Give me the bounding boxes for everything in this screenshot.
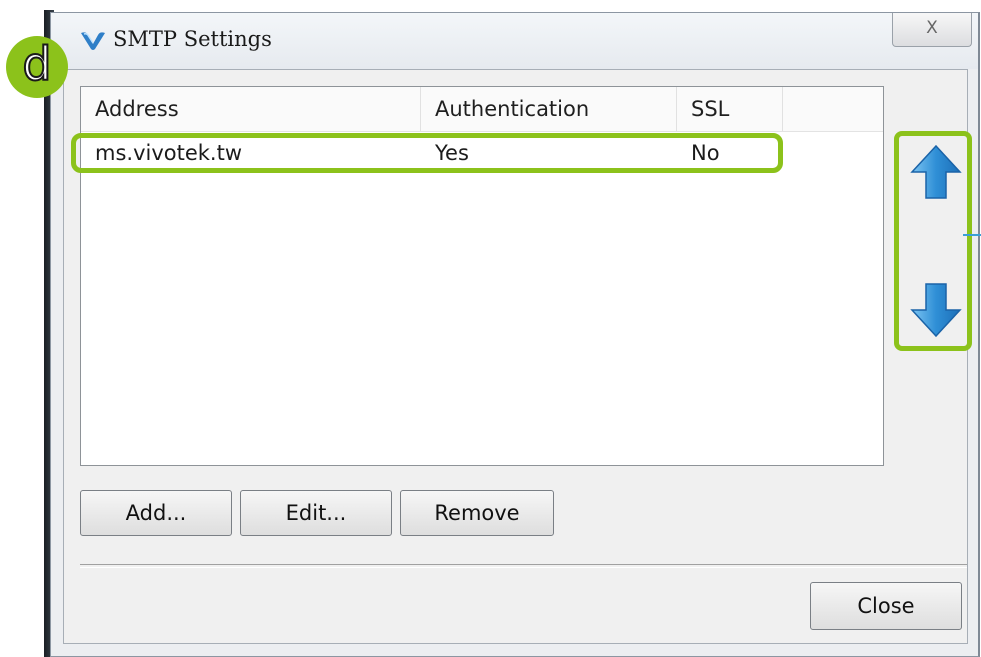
reorder-arrows-callout [894, 131, 972, 351]
vivotek-logo-icon [81, 32, 105, 50]
close-button[interactable]: Close [810, 582, 962, 630]
column-header-authentication[interactable]: Authentication [421, 87, 677, 131]
table-row[interactable]: ms.vivotek.tw Yes No [71, 133, 783, 173]
arrow-down-icon[interactable] [910, 282, 962, 338]
row-highlight-callout [71, 133, 783, 173]
title-bar: SMTP Settings X [51, 13, 978, 69]
callout-leader-line [963, 234, 981, 236]
remove-button[interactable]: Remove [400, 490, 554, 536]
smtp-settings-dialog: SMTP Settings X Address Authentication S… [50, 12, 980, 657]
arrow-up-icon[interactable] [910, 144, 962, 200]
edit-button[interactable]: Edit... [240, 490, 392, 536]
dialog-title: SMTP Settings [113, 27, 272, 51]
close-window-button[interactable]: X [892, 13, 972, 47]
add-button[interactable]: Add... [80, 490, 232, 536]
column-header-ssl[interactable]: SSL [677, 87, 783, 131]
smtp-server-list[interactable]: Address Authentication SSL ms.vivotek.tw… [71, 86, 884, 466]
annotation-badge: d [6, 36, 68, 98]
dialog-client-area: Address Authentication SSL ms.vivotek.tw… [63, 69, 968, 644]
column-header-address[interactable]: Address [81, 87, 421, 131]
list-header: Address Authentication SSL [81, 87, 883, 132]
separator-line [80, 564, 967, 568]
